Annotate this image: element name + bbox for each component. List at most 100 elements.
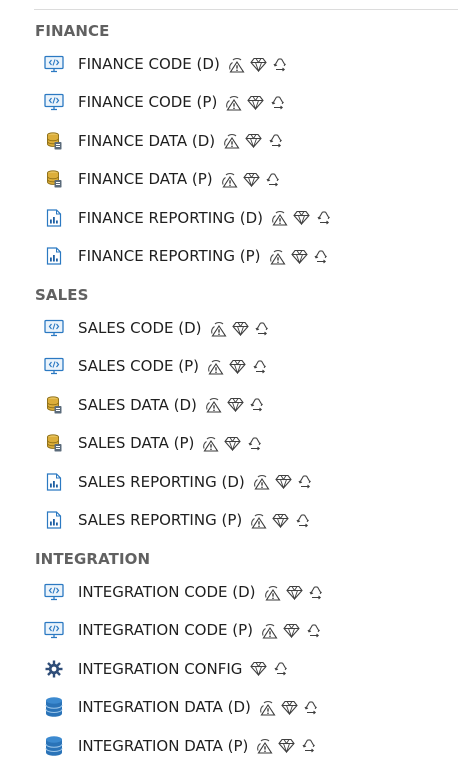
data-stack-icon — [44, 433, 64, 453]
warning-icon — [269, 248, 286, 265]
premium-diamond-icon — [224, 435, 242, 452]
recycle-icon — [254, 320, 271, 337]
workspace-item[interactable]: INTEGRATION CODE (P) — [0, 611, 461, 649]
recycle-icon — [297, 473, 314, 490]
premium-diamond-icon — [229, 358, 246, 375]
recycle-icon — [272, 660, 289, 677]
warning-icon — [264, 584, 281, 601]
data-stack-icon — [44, 395, 64, 415]
workspace-item-label-group: FINANCE REPORTING (P) — [78, 247, 330, 265]
workspace-item-label: FINANCE REPORTING (P) — [78, 247, 261, 265]
workspace-item-label-group: INTEGRATION CONFIG — [78, 660, 289, 678]
workspace-badges — [202, 435, 263, 452]
workspace-item[interactable]: SALES CODE (D) — [0, 309, 461, 347]
recycle-icon — [272, 56, 289, 73]
workspace-item-label-group: FINANCE DATA (P) — [78, 170, 282, 188]
workspace-item[interactable]: FINANCE CODE (P) — [0, 83, 461, 121]
workspace-item-label-group: SALES REPORTING (P) — [78, 511, 311, 529]
workspace-item-label: SALES CODE (D) — [78, 319, 202, 337]
gear-icon — [44, 659, 64, 679]
workspace-badges — [223, 132, 284, 149]
workspace-item-label: SALES DATA (P) — [78, 434, 195, 453]
workspace-item-label-group: FINANCE CODE (D) — [78, 55, 289, 73]
workspace-item-label-group: SALES DATA (P) — [78, 434, 263, 452]
warning-icon — [259, 699, 276, 716]
warning-icon — [221, 171, 238, 188]
workspace-item-label: INTEGRATION CODE (D) — [78, 583, 256, 601]
workspace-item[interactable]: FINANCE CODE (D) — [0, 45, 461, 83]
workspace-item-label: INTEGRATION CONFIG — [78, 659, 243, 678]
warning-icon — [205, 396, 222, 413]
workspace-item-label: INTEGRATION DATA (D) — [78, 698, 251, 717]
workspace-item-label-group: FINANCE CODE (P) — [78, 93, 286, 111]
top-divider — [34, 9, 458, 10]
section-header: SALES — [35, 286, 89, 304]
report-chart-icon — [44, 472, 64, 492]
workspace-item[interactable]: SALES REPORTING (P) — [0, 501, 461, 539]
premium-diamond-icon — [250, 660, 268, 677]
code-monitor-icon — [44, 92, 64, 112]
workspace-item[interactable]: FINANCE DATA (D) — [0, 122, 461, 160]
workspace-badges — [207, 358, 268, 375]
workspace-badges — [271, 209, 332, 226]
code-monitor-icon — [44, 54, 64, 74]
warning-icon — [210, 320, 227, 337]
workspace-item[interactable]: INTEGRATION CONFIG — [0, 650, 461, 688]
recycle-icon — [246, 435, 263, 452]
workspace-badges — [256, 737, 317, 754]
warning-icon — [250, 512, 267, 529]
recycle-icon — [315, 209, 332, 226]
workspace-item[interactable]: INTEGRATION DATA (D) — [0, 688, 461, 726]
recycle-icon — [265, 171, 282, 188]
workspace-badges — [250, 660, 289, 677]
workspace-badges — [225, 94, 286, 111]
database-icon — [44, 735, 64, 756]
workspace-item[interactable]: INTEGRATION CODE (D) — [0, 573, 461, 611]
workspace-badges — [253, 473, 314, 490]
workspace-item-label-group: FINANCE REPORTING (D) — [78, 209, 332, 227]
workspace-item[interactable]: FINANCE DATA (P) — [0, 160, 461, 198]
workspace-item-label: INTEGRATION DATA (P) — [78, 736, 249, 755]
premium-diamond-icon — [227, 396, 244, 413]
premium-diamond-icon — [281, 699, 298, 716]
workspace-item[interactable]: SALES CODE (P) — [0, 347, 461, 385]
workspace-item[interactable]: FINANCE REPORTING (P) — [0, 237, 461, 275]
workspace-item[interactable]: SALES DATA (P) — [0, 424, 461, 462]
workspace-badges — [269, 248, 330, 265]
warning-icon — [207, 358, 224, 375]
workspace-item-label: FINANCE CODE (P) — [78, 93, 218, 112]
workspace-item-label: FINANCE REPORTING (D) — [78, 208, 264, 227]
workspace-item[interactable]: FINANCE REPORTING (D) — [0, 199, 461, 237]
workspace-badges — [264, 584, 325, 601]
workspace-item-label-group: INTEGRATION CODE (P) — [78, 621, 322, 639]
warning-icon — [253, 473, 270, 490]
code-monitor-icon — [44, 356, 64, 376]
premium-diamond-icon — [242, 171, 260, 188]
recycle-icon — [303, 699, 320, 716]
workspace-item[interactable]: SALES DATA (D) — [0, 386, 461, 424]
recycle-icon — [294, 512, 311, 529]
warning-icon — [271, 209, 288, 226]
workspace-item[interactable]: INTEGRATION DATA (P) — [0, 727, 461, 765]
workspace-item-label: SALES CODE (P) — [78, 357, 200, 376]
premium-diamond-icon — [278, 737, 296, 754]
workspace-item-label-group: SALES CODE (P) — [78, 357, 268, 375]
recycle-icon — [313, 248, 330, 265]
workspace-item-label: SALES DATA (D) — [78, 395, 197, 414]
premium-diamond-icon — [272, 512, 289, 529]
premium-diamond-icon — [290, 248, 308, 265]
premium-diamond-icon — [231, 320, 249, 337]
premium-diamond-icon — [245, 132, 262, 149]
report-chart-icon — [44, 208, 64, 228]
recycle-icon — [308, 584, 325, 601]
recycle-icon — [249, 396, 266, 413]
warning-icon — [256, 737, 273, 754]
workspace-item-label-group: INTEGRATION DATA (P) — [78, 737, 317, 755]
workspace-item[interactable]: SALES REPORTING (D) — [0, 463, 461, 501]
warning-icon — [228, 56, 245, 73]
workspace-item-label: FINANCE DATA (P) — [78, 170, 213, 189]
workspace-item-label-group: SALES CODE (D) — [78, 319, 271, 337]
workspace-badges — [250, 512, 311, 529]
code-monitor-icon — [44, 620, 64, 640]
workspace-item-label: SALES REPORTING (P) — [78, 511, 243, 529]
